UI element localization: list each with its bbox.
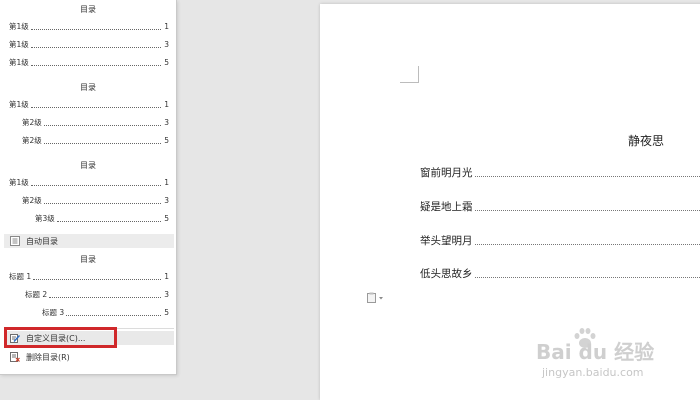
toc-entry: 标题 11 xyxy=(9,272,169,281)
toc-entry: 第1级 1 xyxy=(9,178,169,187)
highlight-box xyxy=(4,327,117,348)
toc-entry: 第2级 3 xyxy=(22,118,169,127)
toc-style-title: 目录 xyxy=(80,255,96,264)
baidu-watermark: Bai du 经验 jingyan.baidu.com xyxy=(536,326,696,386)
toc-entry: 第2级 3 xyxy=(22,196,169,205)
toc-entry: 标题 35 xyxy=(42,308,169,317)
toc-dropdown-panel: 目录 第1级 1 第1级 3 第1级 5 目录 第1级 1 第2级 3 第2级 5 目录 第… xyxy=(0,0,177,375)
delete-toc-label: 删除目录(R) xyxy=(26,352,70,362)
document-toc-entry[interactable]: 窗前明月光 xyxy=(420,166,700,180)
toc-style-option-2[interactable]: 目录 第1级 1 第2级 3 第2级 5 xyxy=(0,78,176,156)
auto-toc-label: 自动目录 xyxy=(26,236,58,246)
toc-entry: 第1级 3 xyxy=(9,40,169,49)
toc-style-option-1[interactable]: 目录 第1级 1 第1级 3 第1级 5 xyxy=(0,0,176,76)
delete-toc-menu-item[interactable]: 删除目录(R) xyxy=(4,350,174,364)
toc-entry: 第1级 1 xyxy=(9,22,169,31)
page-margin-corner-mark xyxy=(400,66,419,83)
toc-entry: 第2级 5 xyxy=(22,136,169,145)
watermark-text: Bai du 经验 xyxy=(536,340,655,364)
auto-toc-header: 自动目录 xyxy=(4,234,174,248)
document-title: 静夜思 xyxy=(628,134,665,148)
toc-entry: 第3级 5 xyxy=(35,214,169,223)
toc-style-title: 目录 xyxy=(80,83,96,92)
document-toc-entry[interactable]: 疑是地上霜 xyxy=(420,200,700,214)
toc-entry: 第1级 5 xyxy=(9,58,169,67)
toc-list-icon xyxy=(10,236,20,246)
paste-options-icon[interactable] xyxy=(366,289,386,303)
toc-style-option-3[interactable]: 目录 第1级 1 第2级 3 第3级 5 xyxy=(0,156,176,234)
document-toc-entry[interactable]: 低头思故乡 xyxy=(420,267,700,281)
toc-style-title: 目录 xyxy=(80,161,96,170)
document-toc-entry[interactable]: 举头望明月 xyxy=(420,234,700,248)
delete-toc-icon xyxy=(10,352,20,362)
auto-toc-option[interactable]: 目录 标题 11 标题 23 标题 35 xyxy=(0,250,176,326)
toc-entry: 第1级 1 xyxy=(9,100,169,109)
toc-style-title: 目录 xyxy=(80,5,96,14)
watermark-url: jingyan.baidu.com xyxy=(542,366,644,379)
toc-entry: 标题 23 xyxy=(25,290,169,299)
